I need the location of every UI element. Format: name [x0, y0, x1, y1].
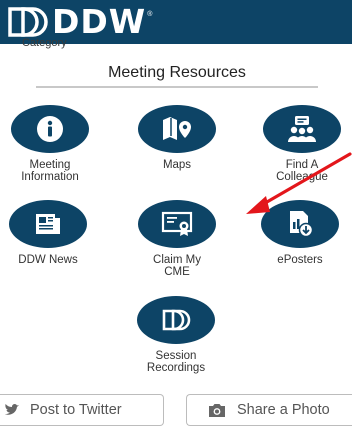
- ddw-logo: DDW ®: [6, 4, 152, 40]
- tile-icon-circle: [9, 200, 87, 248]
- eposter-icon: [290, 211, 314, 238]
- tile-icon-circle: [263, 105, 341, 153]
- tile-find-a-colleague[interactable]: Find A Colleague: [252, 105, 352, 183]
- share-a-photo-button[interactable]: Share a Photo: [186, 394, 352, 426]
- ddw-logo-icon: [8, 7, 48, 37]
- certificate-icon: [161, 211, 193, 236]
- tile-label: Meeting Information: [21, 159, 79, 183]
- registered-mark: ®: [147, 11, 153, 18]
- tile-label: Session Recordings: [146, 350, 206, 374]
- tile-eposters[interactable]: ePosters: [250, 200, 350, 266]
- people-icon: [288, 116, 316, 142]
- share-a-photo-label: Share a Photo: [237, 402, 330, 418]
- post-to-twitter-label: Post to Twitter: [30, 402, 122, 418]
- tile-session-recordings[interactable]: Session Recordings: [126, 296, 226, 374]
- section-divider: [36, 86, 318, 88]
- camera-icon: [207, 403, 227, 418]
- tile-icon-circle: [138, 200, 216, 248]
- tile-label: Maps: [162, 159, 192, 171]
- brand-name: DDW: [52, 2, 147, 41]
- map-pin-icon: [163, 117, 191, 140]
- tile-icon-circle: [138, 105, 216, 153]
- section-title: Meeting Resources: [108, 64, 246, 81]
- tile-label: ePosters: [277, 254, 323, 266]
- info-icon: [37, 116, 63, 142]
- tile-icon-circle: [11, 105, 89, 153]
- tile-icon-circle: [137, 296, 215, 344]
- share-bar: Post to Twitter Share a Photo: [0, 394, 352, 426]
- twitter-icon: [4, 403, 20, 417]
- tile-label: Claim My CME: [153, 254, 201, 278]
- ddw-logo-icon: [162, 309, 191, 331]
- tile-meeting-information[interactable]: Meeting Information: [0, 105, 100, 183]
- tile-maps[interactable]: Maps: [127, 105, 227, 171]
- tile-claim-my-cme[interactable]: Claim My CME: [127, 200, 227, 278]
- post-to-twitter-button[interactable]: Post to Twitter: [0, 394, 164, 426]
- tile-icon-circle: [261, 200, 339, 248]
- tile-ddw-news[interactable]: DDW News: [0, 200, 98, 266]
- category-label: Category: [22, 37, 67, 49]
- tile-label: Find A Colleague: [276, 159, 328, 183]
- newspaper-icon: [36, 214, 60, 234]
- tile-label: DDW News: [18, 254, 78, 266]
